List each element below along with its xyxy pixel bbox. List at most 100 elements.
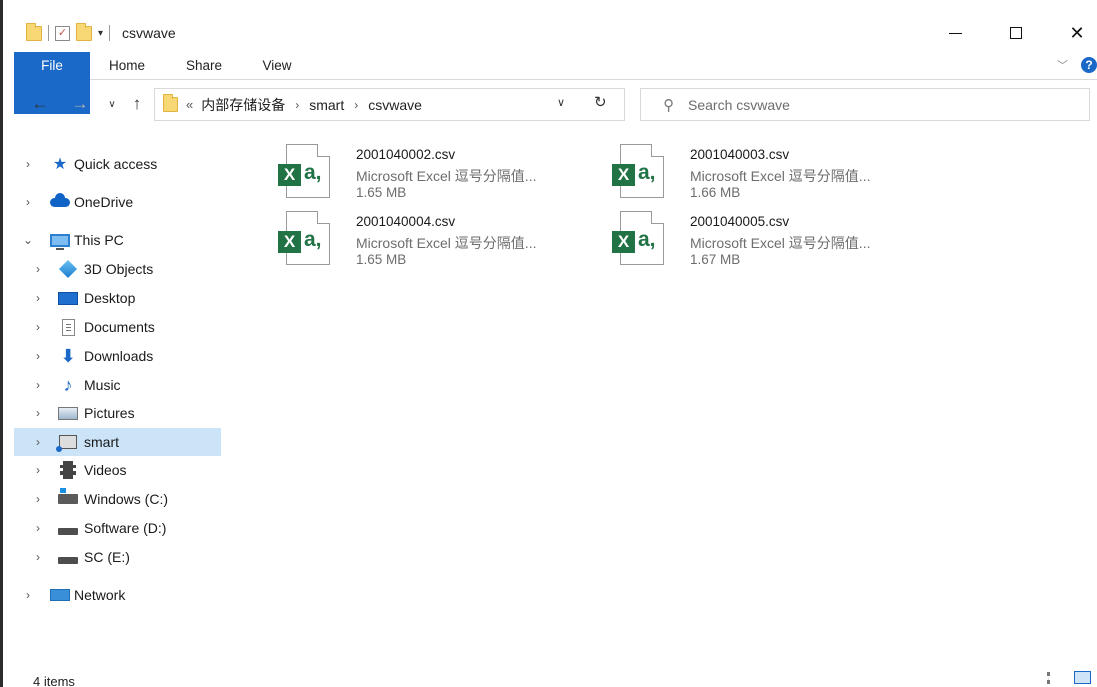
customize-toolbar-button[interactable]: ▾ [98,28,103,39]
download-arrow-icon: ⬇ [60,345,76,366]
excel-csv-file-icon: X a, [612,211,664,265]
breadcrumb-item[interactable]: csvwave [368,97,422,113]
breadcrumb-overflow[interactable]: « [186,97,193,112]
new-folder-icon[interactable] [76,22,92,41]
sidebar-item-desktop[interactable]: › Desktop [14,284,221,312]
file-type: Microsoft Excel 逗号分隔值... [356,168,537,184]
back-arrow-icon[interactable]: ← [28,90,52,118]
sidebar-item-label: Pictures [84,405,135,421]
expand-ribbon-icon[interactable]: ﹀ [1057,57,1068,73]
file-item[interactable]: X a, 2001040002.csv Microsoft Excel 逗号分隔… [276,140,596,202]
forward-arrow-icon[interactable]: → [68,90,92,118]
sidebar-item-software-d[interactable]: › Software (D:) [14,514,221,542]
sidebar-item-label: Videos [84,462,127,478]
excel-csv-file-icon: X a, [278,211,330,265]
expand-chevron-icon[interactable]: › [32,406,44,420]
minimize-button[interactable] [932,14,978,52]
sidebar-item-label: This PC [74,232,124,248]
file-item[interactable]: X a, 2001040004.csv Microsoft Excel 逗号分隔… [276,207,596,269]
sidebar-item-sc-e[interactable]: › SC (E:) [14,543,221,571]
expand-chevron-icon[interactable]: › [32,550,44,564]
windows-drive-icon [58,488,78,508]
tab-home[interactable]: Home [94,52,160,80]
excel-x-badge: X [612,164,635,186]
file-item[interactable]: X a, 2001040003.csv Microsoft Excel 逗号分隔… [610,140,930,202]
network-drive-icon [56,433,78,452]
file-size: 1.65 MB [356,252,407,267]
sidebar-item-music[interactable]: › ♪ Music [14,371,221,399]
window-title: csvwave [122,25,176,41]
sidebar-item-windows-c[interactable]: › Windows (C:) [14,485,221,513]
file-type: Microsoft Excel 逗号分隔值... [690,235,871,251]
computer-icon [50,231,70,250]
expand-chevron-icon[interactable]: › [32,320,44,334]
sidebar-item-this-pc[interactable]: ⌄ This PC [14,226,221,254]
excel-a-glyph: a, [304,161,322,184]
sidebar-item-label: Network [74,587,126,603]
search-box[interactable]: ⚲ Search csvwave [640,88,1090,121]
refresh-icon[interactable]: ↻ [594,93,607,111]
quick-access-toolbar: ✓ ▾ csvwave [26,22,176,41]
address-bar[interactable]: « 内部存储设备 › smart › csvwave ∨ [154,88,625,121]
up-arrow-icon[interactable]: ↑ [125,90,149,118]
file-item[interactable]: X a, 2001040005.csv Microsoft Excel 逗号分隔… [610,207,930,269]
recent-locations-chevron-icon[interactable]: ∨ [100,90,124,118]
folder-icon [163,94,178,112]
sidebar-item-videos[interactable]: › Videos [14,456,221,484]
status-bar: 4 items [14,667,1097,687]
file-size: 1.65 MB [356,185,407,200]
music-note-icon: ♪ [63,374,73,395]
address-dropdown-icon[interactable]: ∨ [557,96,565,109]
sidebar-item-label: Software (D:) [84,520,167,536]
expand-chevron-icon[interactable]: › [32,349,44,363]
cube-icon [58,259,78,279]
expand-chevron-icon[interactable]: › [32,521,44,535]
expand-chevron-icon[interactable]: › [32,291,44,305]
tab-share[interactable]: Share [171,52,237,80]
excel-csv-file-icon: X a, [612,144,664,198]
breadcrumb-item[interactable]: 内部存储设备 [201,95,285,115]
expand-chevron-icon[interactable]: › [22,157,34,171]
sidebar-item-quick-access[interactable]: › ★ Quick access [14,150,221,178]
search-input[interactable]: Search csvwave [688,97,790,113]
tab-view[interactable]: View [247,52,307,80]
help-icon[interactable]: ? [1081,57,1097,73]
document-icon [58,318,78,336]
film-icon [58,461,78,479]
expand-chevron-icon[interactable]: › [22,195,34,209]
expand-chevron-icon[interactable]: › [32,435,44,449]
sidebar-item-3d-objects[interactable]: › 3D Objects [14,255,221,283]
details-view-icon[interactable] [1047,672,1063,684]
sidebar-item-pictures[interactable]: › Pictures [14,399,221,427]
maximize-button[interactable] [993,14,1039,52]
expand-chevron-icon[interactable]: › [22,588,34,602]
excel-x-badge: X [278,164,301,186]
close-button[interactable]: ✕ [1054,14,1097,52]
expand-chevron-icon[interactable]: › [32,262,44,276]
expand-chevron-icon[interactable]: › [32,378,44,392]
sidebar-item-onedrive[interactable]: › OneDrive [14,188,221,216]
sidebar-item-downloads[interactable]: › ⬇ Downloads [14,342,221,370]
properties-icon[interactable]: ✓ [55,25,70,41]
file-name: 2001040002.csv [356,147,456,162]
expand-chevron-icon[interactable]: › [32,463,44,477]
sidebar-item-label: Downloads [84,348,154,364]
sidebar-item-label: Documents [84,319,155,335]
sidebar-item-label: Music [84,377,121,393]
sidebar-item-documents[interactable]: › Documents [14,313,221,341]
excel-x-badge: X [278,231,301,253]
sidebar-item-label: Windows (C:) [84,491,169,507]
breadcrumb-item[interactable]: smart [309,97,344,113]
drive-icon [58,548,78,566]
file-list: X a, 2001040002.csv Microsoft Excel 逗号分隔… [232,134,1084,654]
sidebar-item-label: Quick access [74,156,158,172]
collapse-chevron-icon[interactable]: ⌄ [22,233,34,247]
tiles-view-icon[interactable] [1074,671,1091,684]
sidebar-item-network[interactable]: › Network [14,581,221,609]
sidebar-item-smart[interactable]: › smart [14,428,221,456]
expand-chevron-icon[interactable]: › [32,492,44,506]
maximize-icon [1010,27,1022,39]
file-size: 1.67 MB [690,252,741,267]
breadcrumb-separator[interactable]: › [295,98,299,112]
breadcrumb-separator[interactable]: › [354,98,358,112]
